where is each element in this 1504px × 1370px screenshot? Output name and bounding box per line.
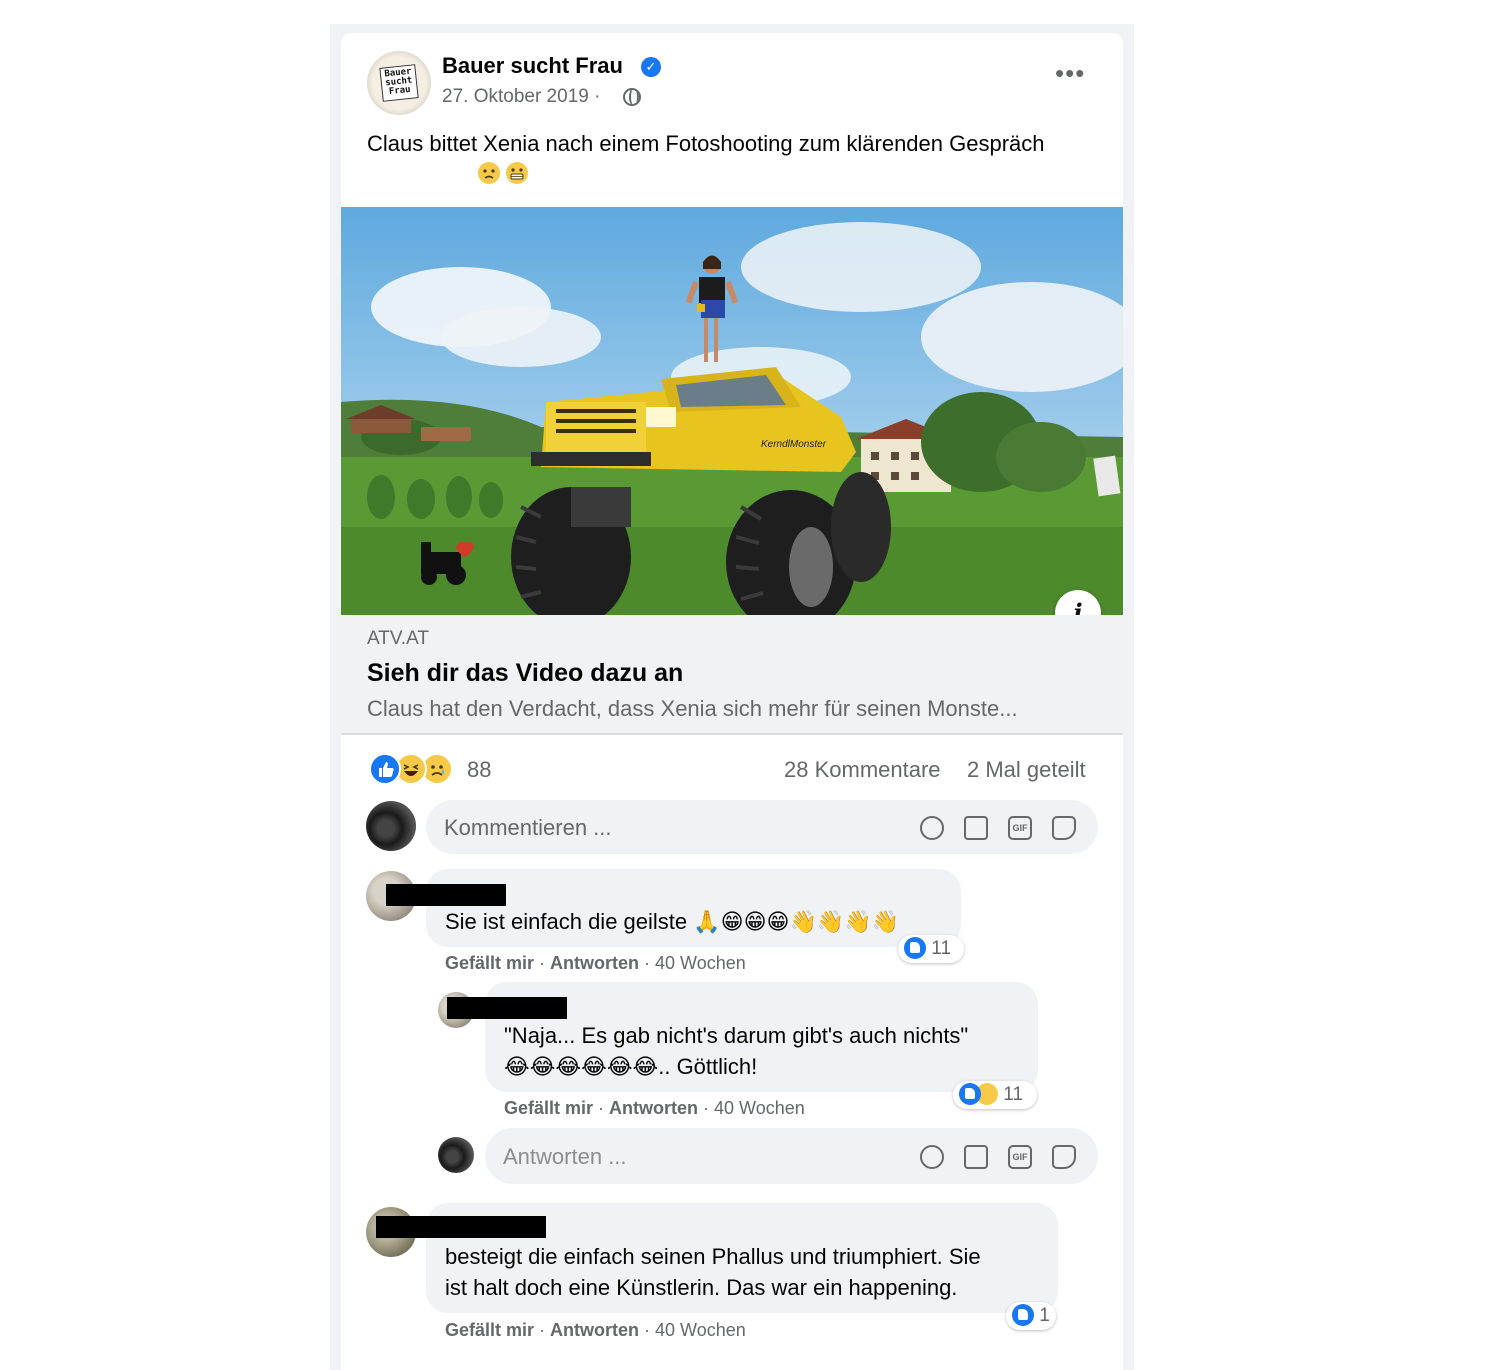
monster-truck-image: KerndlMonster [341,207,1123,615]
reaction-count[interactable]: 88 [467,757,491,783]
link-title[interactable]: Sieh dir das Video dazu an [367,659,683,688]
like-link[interactable]: Gefällt mir [504,1098,593,1118]
reply-reaction-count: 11 [1003,1084,1024,1105]
more-icon[interactable]: ••• [1055,60,1085,86]
current-user-avatar[interactable] [366,801,416,851]
post-card: Bauer sucht Frau Bauer sucht Frau ✓ 27. Ok… [341,33,1123,1370]
comment-reaction-count: 11 [931,938,952,959]
comment-input[interactable]: Kommentieren ... [444,815,612,841]
reply-link[interactable]: Antworten [609,1098,698,1118]
comment-actions: Gefällt mir · Antworten · 40 Wochen [445,1320,746,1340]
link-domain: ATV.AT [367,628,429,649]
reply-link[interactable]: Antworten [550,953,639,973]
divider [341,733,1123,735]
sticker-icon[interactable] [1052,816,1076,840]
post-emojis [478,162,530,186]
like-reaction-icon [369,753,401,785]
page-name[interactable]: Bauer sucht Frau [442,53,623,79]
comment-reaction-count: 1 [1039,1305,1050,1326]
link-description: Claus hat den Verdacht, dass Xenia sich … [367,696,1018,721]
reply-text-line2: 😂😂😂😂😂😂.. Göttlich! [504,1054,758,1079]
verified-badge-icon: ✓ [641,57,661,77]
like-link[interactable]: Gefällt mir [445,1320,534,1340]
reply-composer[interactable]: Antworten ... GIF [485,1128,1098,1184]
post-date[interactable]: 27. Oktober 2019 · [442,86,600,108]
page-logo: Bauer sucht Frau [379,64,419,102]
comment-text-line2: ist halt doch eine Künstlerin. Das war e… [445,1275,958,1300]
comment-time[interactable]: 40 Wochen [714,1098,805,1118]
emoji-icon[interactable] [920,1145,944,1169]
gif-icon[interactable]: GIF [1008,816,1032,840]
comment-composer[interactable]: Kommentieren ... GIF [426,800,1098,854]
reply-actions: Gefällt mir · Antworten · 40 Wochen [504,1098,805,1118]
reply-reactions[interactable]: 11 [953,1081,1037,1109]
page-avatar[interactable]: Bauer sucht Frau [367,51,431,115]
like-reaction-icon [1012,1304,1034,1326]
reaction-summary[interactable] [369,753,455,785]
camera-icon[interactable] [964,1145,988,1169]
reply-input[interactable]: Antworten ... [503,1144,627,1170]
emoji-icon[interactable] [920,816,944,840]
post-text-content: Claus bittet Xenia nach einem Fotoshooti… [367,131,1045,156]
reply-text-line1: "Naja... Es gab nicht's darum gibt's auc… [504,1023,969,1048]
comment-reactions[interactable]: 11 [898,935,964,963]
like-reaction-icon [904,937,926,959]
gif-icon[interactable]: GIF [1008,1145,1032,1169]
comment-time[interactable]: 40 Wochen [655,953,746,973]
comment-text: Sie ist einfach die geilste 🙏😁😁😁👋👋👋👋 [445,909,900,934]
reply-link[interactable]: Antworten [550,1320,639,1340]
comments-count[interactable]: 28 Kommentare [784,757,941,783]
camera-icon[interactable] [964,816,988,840]
post-text: Claus bittet Xenia nach einem Fotoshooti… [367,128,1067,192]
like-link[interactable]: Gefällt mir [445,953,534,973]
video-thumbnail[interactable]: KerndlMonster [341,207,1123,615]
comment-reactions[interactable]: 1 [1006,1302,1056,1330]
redacted-name [376,1216,546,1238]
comment-actions: Gefällt mir · Antworten · 40 Wochen [445,953,746,973]
svg-text:KerndlMonster: KerndlMonster [761,439,827,450]
current-user-avatar[interactable] [438,1137,474,1173]
redacted-name [447,997,567,1019]
redacted-name [386,884,506,906]
confused-emoji-icon [478,162,500,184]
comment-time[interactable]: 40 Wochen [655,1320,746,1340]
sticker-icon[interactable] [1052,1145,1076,1169]
comment-text-line1: besteigt die einfach seinen Phallus und … [445,1244,981,1269]
shares-count[interactable]: 2 Mal geteilt [967,757,1086,783]
like-reaction-icon [959,1083,981,1105]
globe-icon [623,88,641,106]
grimacing-emoji-icon [506,162,529,184]
